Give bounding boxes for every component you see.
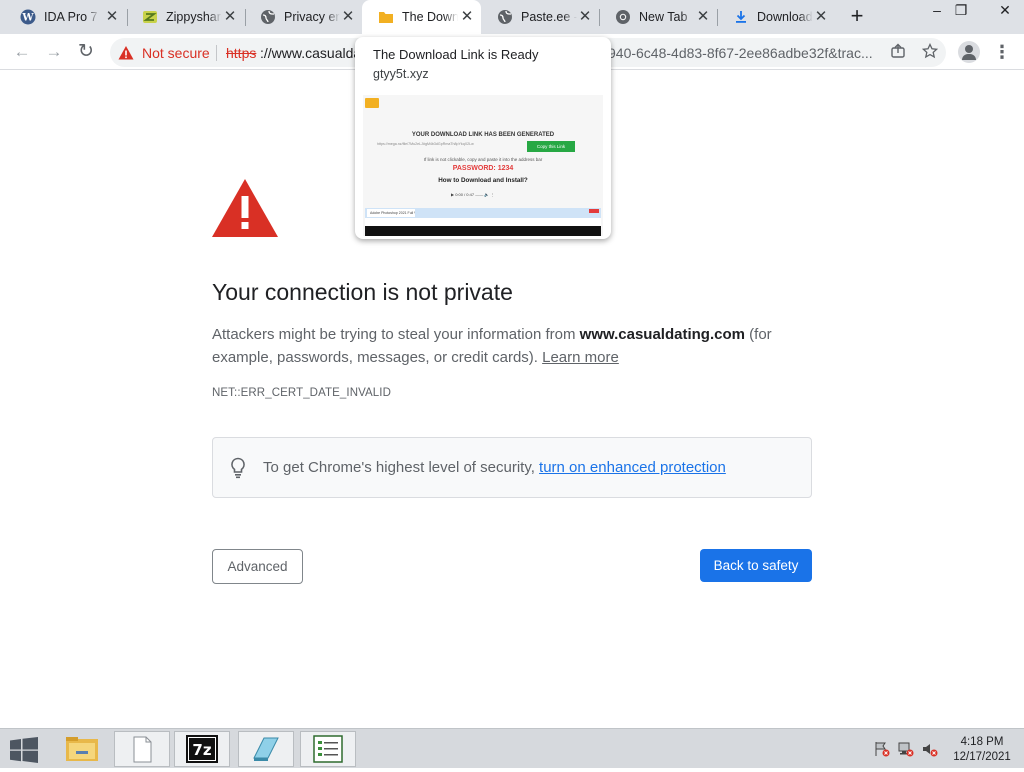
chrome-icon (615, 9, 631, 25)
reload-button[interactable]: ↻ (74, 40, 98, 64)
preview-folder-icon (365, 98, 379, 108)
tab-title: Privacy error (284, 10, 340, 24)
preview-how-to: How to Download and Install? (438, 177, 528, 184)
close-window-button[interactable]: ✕ (990, 0, 1020, 22)
enhanced-protection-text: To get Chrome's highest level of securit… (263, 459, 726, 476)
enhanced-text: To get Chrome's highest level of securit… (263, 459, 540, 476)
url-scheme: https (226, 45, 257, 61)
preview-copy-button: Copy this Link (527, 141, 575, 152)
download-icon (733, 9, 749, 25)
tab-title: Downloads (757, 10, 813, 24)
close-tab-icon[interactable]: ✕ (340, 9, 356, 25)
menu-dots-icon[interactable]: ⋮ (992, 40, 1012, 64)
svg-text:7z: 7z (192, 741, 211, 759)
tab-downloads[interactable]: Downloads ✕ (717, 0, 835, 34)
preview-password: PASSWORD: 1234 (452, 165, 514, 172)
tab-zippyshare[interactable]: Zippyshare ✕ (126, 0, 244, 34)
task-list-icon[interactable] (300, 731, 356, 767)
enhanced-protection-banner: To get Chrome's highest level of securit… (212, 437, 812, 498)
description-domain: www.casualdating.com (579, 326, 745, 343)
preview-browser-screenshot: Adobe Photoshop 2021 Full Version (365, 208, 601, 236)
tab-new-tab[interactable]: New Tab ✕ (599, 0, 717, 34)
7zip-icon[interactable]: 7z (174, 731, 230, 767)
hovercard-title: The Download Link is Ready (373, 47, 539, 62)
windows-start-icon[interactable] (10, 737, 38, 763)
url-host: ://www.casualda (260, 45, 362, 61)
preview-close-mark (589, 209, 599, 213)
hovercard-preview: YOUR DOWNLOAD LINK HAS BEEN GENERATED ht… (363, 95, 603, 236)
forward-button[interactable]: → (42, 40, 66, 64)
share-icon[interactable] (888, 43, 908, 63)
page-title: Your connection is not private (212, 279, 513, 305)
close-tab-icon[interactable]: ✕ (222, 9, 238, 25)
restore-button[interactable]: ❐ (946, 0, 976, 22)
hovercard-domain: gtyy5t.xyz (373, 67, 429, 81)
not-secure-label[interactable]: Not secure (142, 45, 210, 61)
action-center-flag-icon[interactable] (874, 741, 890, 757)
learn-more-link[interactable]: Learn more (542, 349, 619, 366)
profile-avatar-icon[interactable] (958, 41, 980, 63)
close-tab-icon[interactable]: ✕ (695, 9, 711, 25)
new-tab-button[interactable]: + (846, 5, 868, 27)
tab-title: The Download (402, 10, 458, 24)
network-icon[interactable] (898, 741, 914, 757)
enhanced-protection-link[interactable]: turn on enhanced protection (539, 459, 726, 476)
notebook-icon[interactable] (238, 731, 294, 767)
error-description: Attackers might be trying to steal your … (212, 323, 812, 369)
close-tab-icon[interactable]: ✕ (104, 9, 120, 25)
tab-the-download[interactable]: The Download ✕ (362, 0, 481, 34)
volume-muted-icon[interactable] (922, 741, 938, 757)
globe-icon (497, 9, 513, 25)
svg-text:W: W (21, 13, 34, 24)
preview-heading: YOUR DOWNLOAD LINK HAS BEEN GENERATED (411, 132, 555, 138)
tab-ida-pro[interactable]: W IDA Pro 7 ✕ (4, 0, 126, 34)
clock-date: 12/17/2021 (953, 751, 1011, 763)
file-explorer-icon[interactable] (54, 731, 110, 767)
tab-title: Zippyshare (166, 10, 222, 24)
tab-strip: W IDA Pro 7 ✕ Zippyshare ✕ Privacy error… (0, 0, 1024, 34)
zippyshare-icon (142, 9, 158, 25)
danger-triangle-icon (212, 179, 278, 237)
folder-icon (378, 9, 394, 25)
preview-browser-tab: Adobe Photoshop 2021 Full Version (367, 209, 415, 217)
tab-title: Paste.ee - (521, 10, 577, 24)
tab-privacy-error[interactable]: Privacy error ✕ (244, 0, 362, 34)
tab-title: IDA Pro 7 (44, 10, 98, 24)
back-button[interactable]: ← (10, 40, 34, 64)
tab-hover-card: The Download Link is Ready gtyy5t.xyz YO… (355, 37, 611, 239)
back-to-safety-button[interactable]: Back to safety (700, 549, 812, 582)
error-code[interactable]: NET::ERR_CERT_DATE_INVALID (212, 387, 391, 399)
close-tab-icon[interactable]: ✕ (459, 9, 475, 25)
clock-time: 4:18 PM (960, 736, 1004, 748)
preview-note: If link is not clickable, copy and paste… (423, 157, 543, 162)
windows-taskbar: 7z 4:18 PM 12/17/2021 (0, 728, 1024, 768)
notepad-icon[interactable] (114, 731, 170, 767)
bookmark-star-icon[interactable] (920, 42, 940, 63)
omnibox-separator (216, 45, 217, 61)
advanced-button[interactable]: Advanced (212, 549, 303, 584)
preview-video-area (365, 226, 601, 236)
close-tab-icon[interactable]: ✕ (813, 9, 829, 25)
wordpress-icon: W (20, 9, 36, 25)
preview-link-text: https://mega.nz/file/7Mu2eLJ#gM4b3dGpRma… (377, 142, 474, 146)
system-clock[interactable]: 4:18 PM 12/17/2021 (946, 735, 1018, 765)
globe-icon (260, 9, 276, 25)
warning-triangle-icon[interactable] (118, 45, 134, 61)
tab-paste-ee[interactable]: Paste.ee - ✕ (481, 0, 599, 34)
close-tab-icon[interactable]: ✕ (577, 9, 593, 25)
url-tail: 940-6c48-4d83-8f67-2ee86adbe32f&trac... (608, 45, 873, 61)
lightbulb-icon (231, 457, 245, 479)
tab-title: New Tab (639, 10, 688, 24)
preview-audio-player: ▶ 0:00 / 0:47 —— 🔈 ⋮ (451, 192, 495, 197)
description-text: Attackers might be trying to steal your … (212, 326, 580, 343)
preview-address-bar (365, 218, 601, 226)
